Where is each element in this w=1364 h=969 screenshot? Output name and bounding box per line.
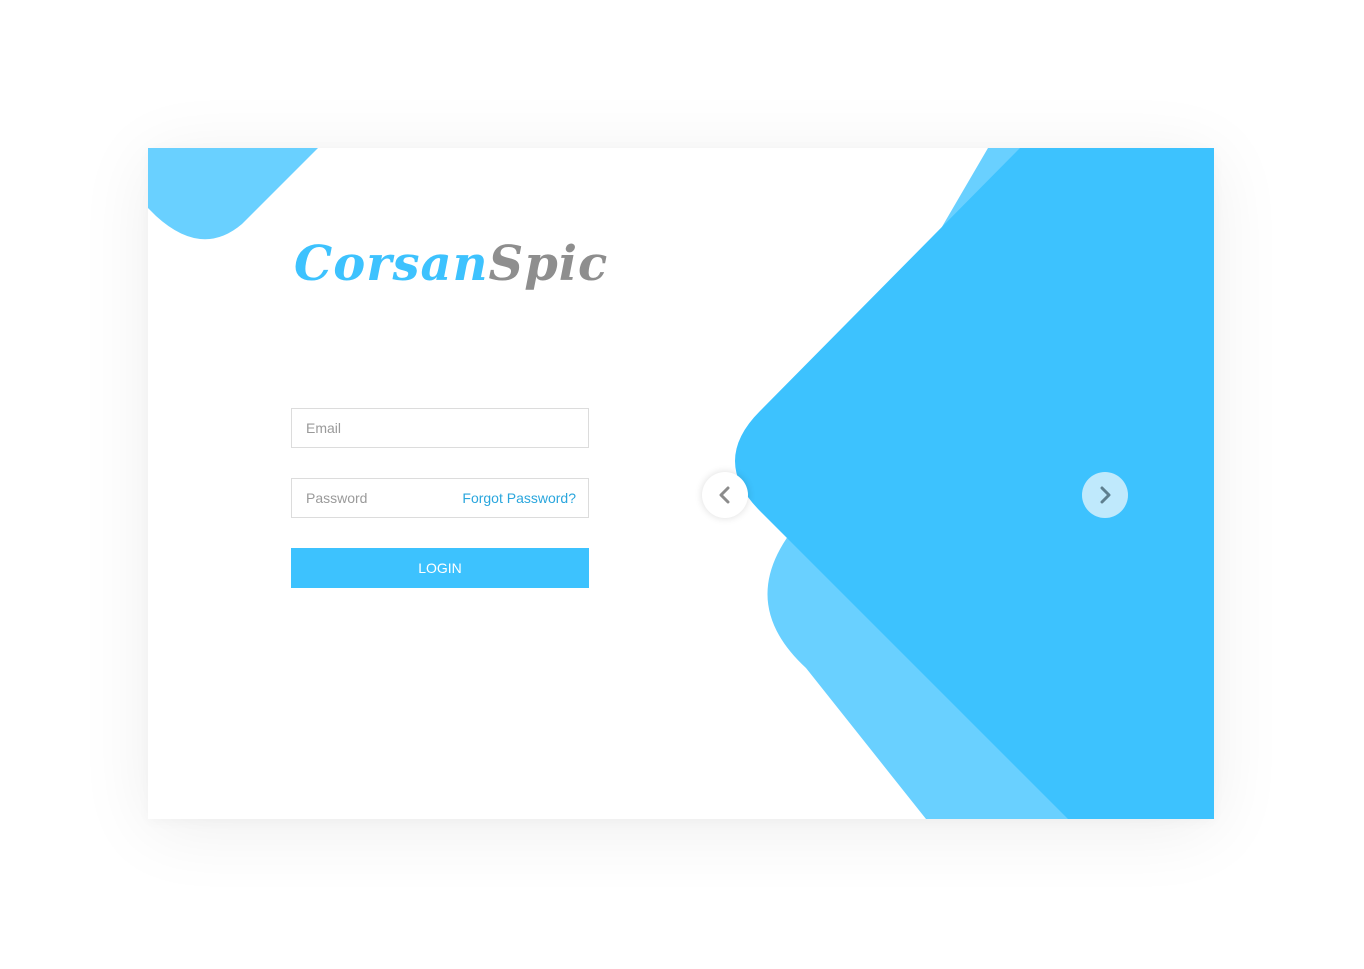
email-field-container: [291, 408, 589, 448]
forgot-password-link[interactable]: Forgot Password?: [462, 490, 576, 506]
chevron-right-icon: [1100, 486, 1111, 504]
carousel-next-button[interactable]: [1082, 472, 1128, 518]
brand-name-second: Spic: [488, 236, 609, 292]
email-input[interactable]: [292, 409, 588, 447]
login-card: CorsanSpic Forgot Password? LOGIN: [148, 148, 1214, 819]
password-field-container: Forgot Password?: [291, 478, 589, 518]
corner-shape-top-left: [148, 148, 318, 240]
login-button[interactable]: LOGIN: [291, 548, 589, 588]
brand-name-first: Corsan: [294, 236, 489, 292]
chevron-left-icon: [719, 486, 730, 504]
brand-logo: CorsanSpic: [294, 240, 608, 288]
diamond-shape-main: [735, 148, 1214, 819]
carousel-prev-button[interactable]: [702, 472, 748, 518]
